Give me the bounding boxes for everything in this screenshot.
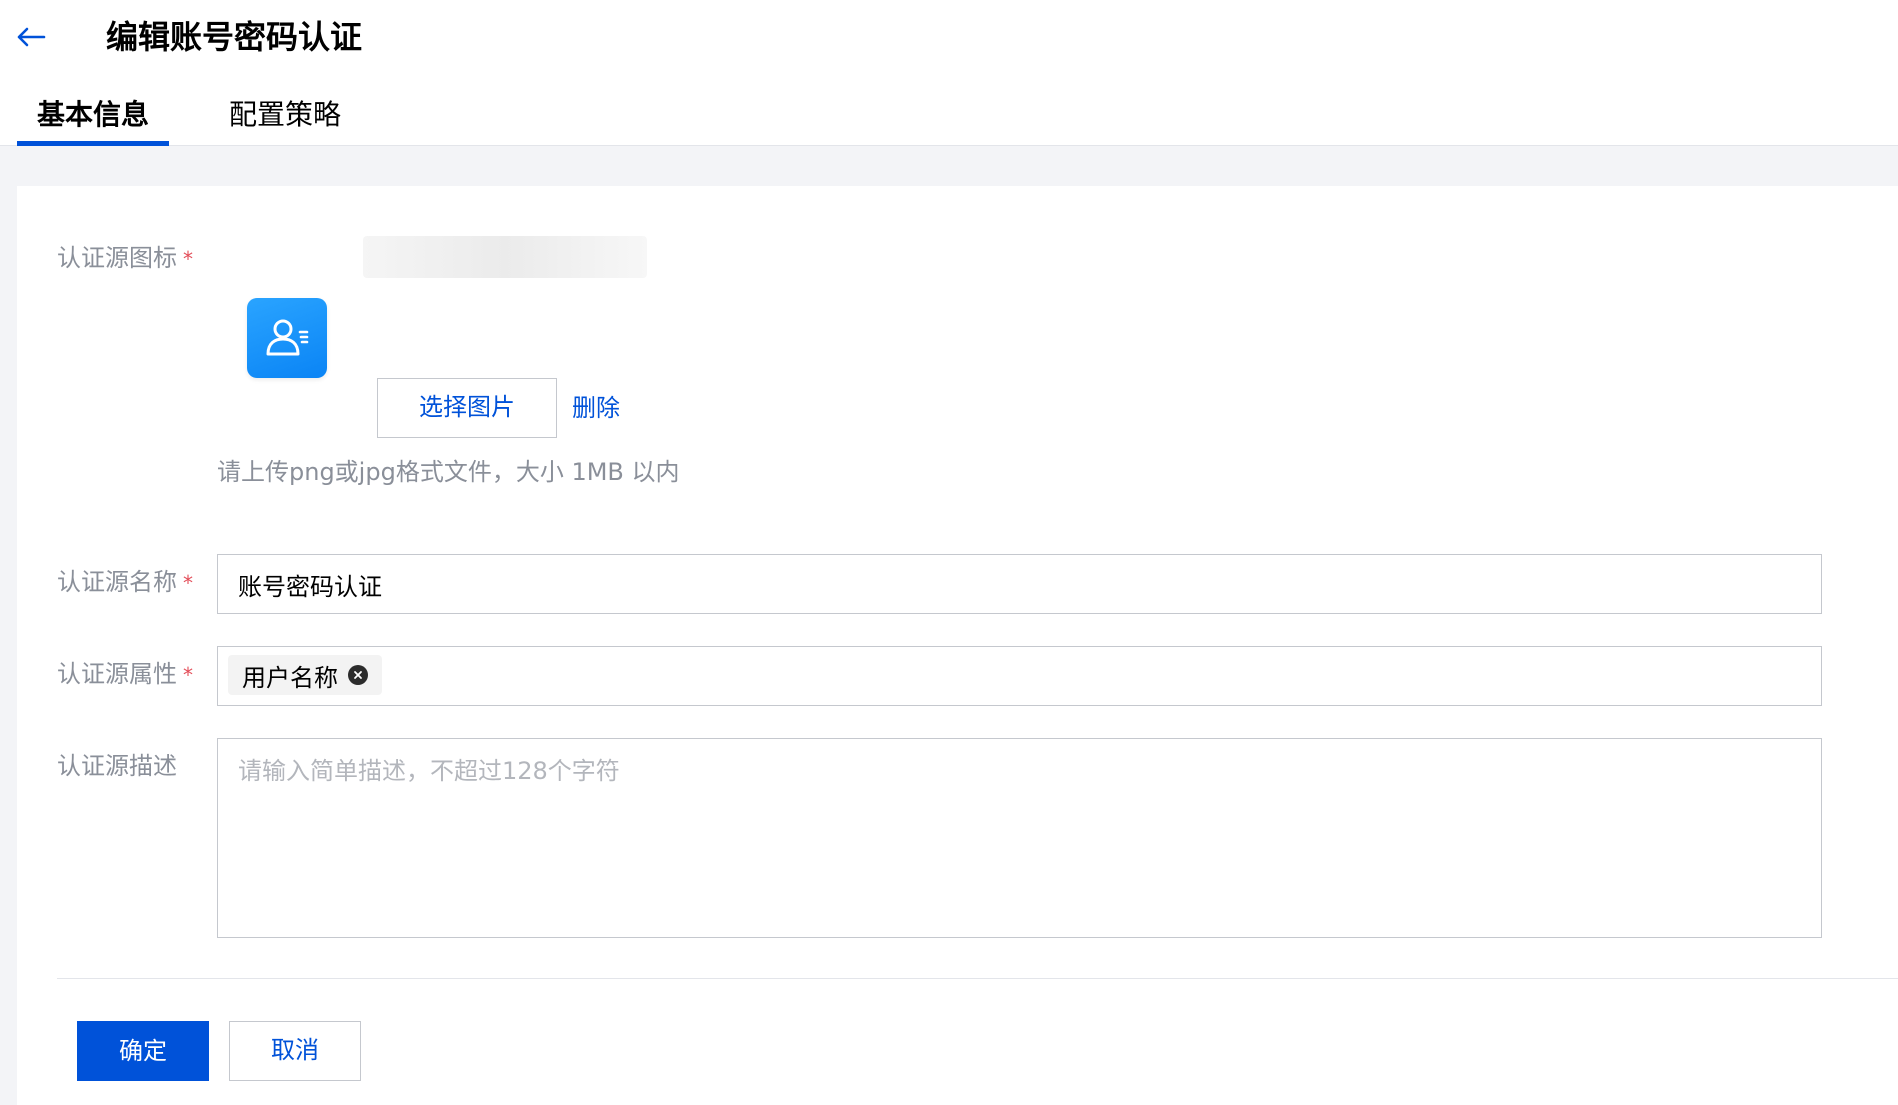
desc-field-label-text: 认证源描述	[57, 752, 177, 780]
icon-field-label-text: 认证源图标	[57, 244, 177, 272]
delete-image-link[interactable]: 删除	[572, 392, 620, 424]
select-image-button[interactable]: 选择图片	[377, 378, 557, 438]
required-mark: *	[183, 571, 193, 595]
desc-textarea-wrapper	[217, 738, 1822, 938]
tag-remove-button[interactable]	[348, 665, 368, 685]
back-button[interactable]	[14, 20, 48, 54]
required-mark: *	[183, 247, 193, 271]
name-input[interactable]	[218, 555, 1821, 613]
auth-icon-preview	[247, 298, 327, 378]
confirm-button[interactable]: 确定	[77, 1021, 209, 1081]
attr-select[interactable]: 用户名称	[217, 646, 1822, 706]
name-input-wrapper	[217, 554, 1822, 614]
user-account-icon	[266, 319, 309, 356]
desc-textarea[interactable]	[218, 739, 1821, 937]
form-card: 认证源图标 * 选择图片 删除 请上传png或jpg格式文件，大小 1MB 以内 …	[17, 186, 1898, 1105]
tab-basic-info[interactable]: 基本信息	[17, 94, 170, 146]
page-title: 编辑账号密码认证	[106, 18, 363, 56]
name-field-label-text: 认证源名称	[57, 568, 177, 596]
name-field-label: 认证源名称 *	[57, 566, 193, 599]
attr-field-label: 认证源属性 *	[57, 658, 193, 691]
required-mark: *	[183, 663, 193, 687]
close-icon	[354, 671, 362, 679]
icon-field-label: 认证源图标 *	[57, 242, 193, 275]
attr-tag-label: 用户名称	[242, 663, 338, 692]
divider	[57, 978, 1898, 979]
upload-hint: 请上传png或jpg格式文件，大小 1MB 以内	[217, 458, 680, 486]
attr-tag: 用户名称	[228, 655, 382, 695]
arrow-left-icon	[17, 27, 46, 47]
tab-config-policy[interactable]: 配置策略	[209, 94, 361, 146]
cancel-button[interactable]: 取消	[229, 1021, 361, 1081]
top-bar: 编辑账号密码认证 基本信息 配置策略	[0, 0, 1898, 146]
desc-field-label: 认证源描述	[57, 750, 177, 782]
attr-field-label-text: 认证源属性	[57, 660, 177, 688]
tab-bar: 基本信息 配置策略	[17, 94, 401, 146]
redacted-area	[363, 236, 647, 278]
